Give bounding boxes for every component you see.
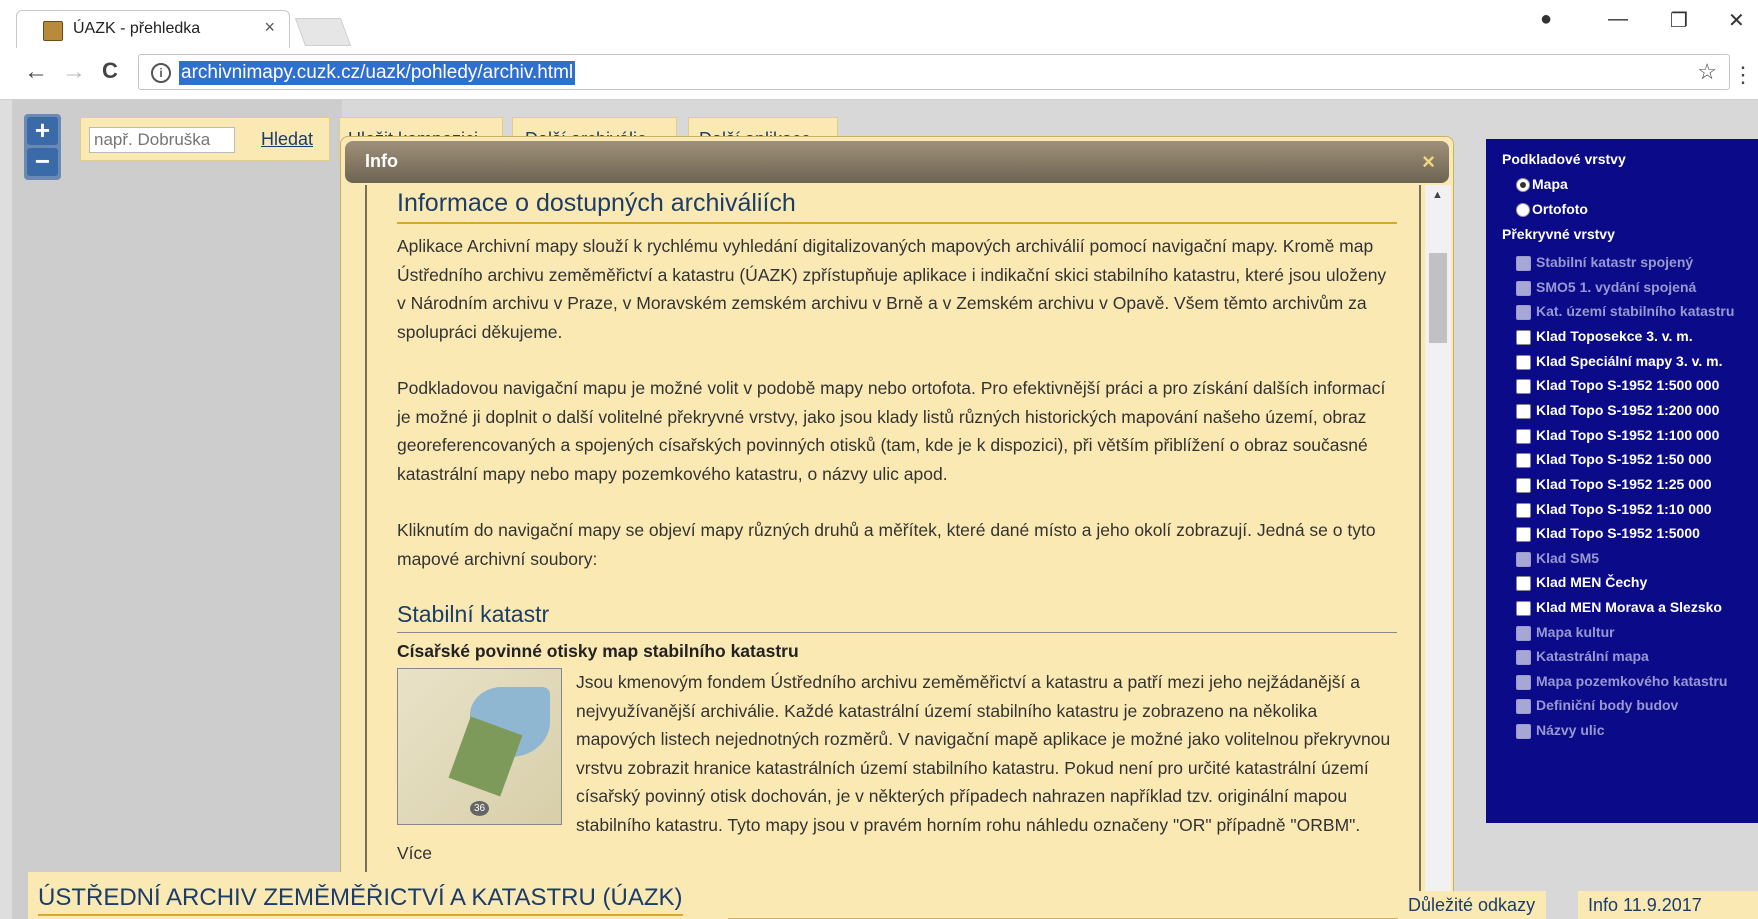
forward-icon[interactable]: → (62, 58, 86, 86)
checkbox (1516, 281, 1531, 296)
browser-tabbar: ÚAZK - přehledka × ● — ❐ ✕ (0, 0, 1758, 48)
radio-button[interactable] (1516, 178, 1530, 192)
tab-title: ÚAZK - přehledka (73, 20, 201, 37)
checkbox[interactable] (1516, 601, 1531, 616)
dialog-title: Info (365, 151, 398, 171)
checkbox[interactable] (1516, 330, 1531, 345)
overlay-label: Klad MEN Čechy (1536, 574, 1648, 590)
overlay-label: Katastrální mapa (1536, 648, 1649, 664)
checkbox[interactable] (1516, 379, 1531, 394)
checkbox (1516, 552, 1531, 567)
dialog-close-icon[interactable]: × (1422, 149, 1435, 175)
new-tab-button[interactable] (294, 18, 352, 46)
map-left-shade (12, 100, 342, 919)
profile-icon[interactable]: ● (1540, 8, 1552, 31)
reload-icon[interactable]: C (102, 58, 118, 84)
radio-button[interactable] (1516, 203, 1530, 217)
overlay-label: Klad Topo S-1952 1:200 000 (1536, 402, 1720, 418)
scroll-thumb[interactable] (1429, 253, 1447, 343)
overlay-label: Kat. území stabilního katastru (1536, 303, 1735, 319)
address-bar: ← → C i archivnimapy.cuzk.cz/uazk/pohled… (0, 48, 1758, 100)
info-date-link[interactable]: Info 11.9.2017 (1588, 895, 1702, 916)
search-link[interactable]: Hledat (261, 129, 313, 150)
checkbox[interactable] (1516, 503, 1531, 518)
important-links-box: Důležité odkazy (1398, 891, 1546, 919)
base-layers-heading: Podkladové vrstvy (1502, 151, 1626, 167)
info-date-box: Info 11.9.2017 (1578, 891, 1758, 919)
overlay-label: Klad Topo S-1952 1:500 000 (1536, 377, 1720, 393)
dialog-scrollbar[interactable]: ▲ (1425, 185, 1451, 918)
restore-icon[interactable]: ❐ (1670, 8, 1688, 33)
overlay-label: Klad Topo S-1952 1:5000 (1536, 525, 1700, 541)
base-layer-label: Ortofoto (1532, 201, 1588, 217)
back-icon[interactable]: ← (24, 58, 48, 86)
overlay-label: Mapa pozemkového katastru (1536, 673, 1728, 689)
footer-title-box: ÚSTŘEDNÍ ARCHIV ZEMĚMĚŘICTVÍ A KATASTRU … (28, 872, 728, 919)
bookmark-star-icon[interactable]: ☆ (1697, 59, 1717, 85)
zoom-control: + − (24, 114, 61, 180)
dialog-header[interactable]: Info × (345, 141, 1449, 183)
overlay-label: Klad Speciální mapy 3. v. m. (1536, 353, 1723, 369)
overlay-label: Klad Toposekce 3. v. m. (1536, 328, 1693, 344)
tab-close-icon[interactable]: × (264, 17, 275, 38)
checkbox (1516, 675, 1531, 690)
overlay-label: Klad Topo S-1952 1:50 000 (1536, 451, 1712, 467)
url-field[interactable]: i archivnimapy.cuzk.cz/uazk/pohledy/arch… (138, 54, 1730, 90)
site-favicon-icon (43, 21, 63, 41)
checkbox[interactable] (1516, 453, 1531, 468)
checkbox (1516, 626, 1531, 641)
overlay-label: Klad Topo S-1952 1:25 000 (1536, 476, 1712, 492)
imperial-imprints-heading: Císařské povinné otisky map stabilního k… (397, 641, 799, 661)
base-layer-label: Mapa (1532, 176, 1568, 192)
layer-panel: Podkladové vrstvy Mapa Ortofoto Překryvn… (1486, 139, 1758, 823)
search-box: Hledat (80, 117, 330, 161)
close-window-icon[interactable]: ✕ (1728, 8, 1745, 33)
important-links-link[interactable]: Důležité odkazy (1408, 895, 1535, 916)
basemap-paragraph: Podkladovou navigační mapu je možné voli… (397, 378, 1386, 484)
map-thumbnail-image[interactable]: 36 (397, 668, 562, 825)
checkbox[interactable] (1516, 576, 1531, 591)
checkbox[interactable] (1516, 429, 1531, 444)
checkbox[interactable] (1516, 404, 1531, 419)
info-dialog: Info × ▲ Informace o dostupných archivál… (340, 136, 1454, 919)
url-text: archivnimapy.cuzk.cz/uazk/pohledy/archiv… (179, 61, 576, 85)
overlay-label: Stabilní katastr spojený (1536, 254, 1694, 270)
checkbox[interactable] (1516, 478, 1531, 493)
scroll-up-icon[interactable]: ▲ (1432, 189, 1443, 201)
overlay-label: Klad Topo S-1952 1:100 000 (1536, 427, 1720, 443)
dialog-content: Informace o dostupných archiváliích Apli… (397, 189, 1397, 896)
browser-menu-icon[interactable]: ⋮ (1732, 62, 1754, 88)
minimize-icon[interactable]: — (1608, 8, 1628, 31)
info-heading: Informace o dostupných archiváliích (397, 189, 1397, 224)
organization-title: ÚSTŘEDNÍ ARCHIV ZEMĚMĚŘICTVÍ A KATASTRU … (38, 884, 683, 916)
checkbox (1516, 650, 1531, 665)
overlay-label: Mapa kultur (1536, 624, 1615, 640)
checkbox (1516, 305, 1531, 320)
overlay-layers-heading: Překryvné vrstvy (1502, 226, 1615, 242)
overlay-label: Klad MEN Morava a Slezsko (1536, 599, 1722, 615)
checkbox (1516, 724, 1531, 739)
stable-cadastre-heading: Stabilní katastr (397, 601, 1397, 633)
intro-paragraph: Aplikace Archivní mapy slouží k rychlému… (397, 236, 1387, 342)
click-paragraph: Kliknutím do navigační mapy se objeví ma… (397, 520, 1376, 569)
zoom-in-button[interactable]: + (27, 117, 58, 145)
checkbox (1516, 699, 1531, 714)
zoom-out-button[interactable]: − (27, 148, 58, 176)
overlay-label: SMO5 1. vydání spojená (1536, 279, 1697, 295)
overlay-label: Klad Topo S-1952 1:10 000 (1536, 501, 1712, 517)
checkbox (1516, 256, 1531, 271)
search-input[interactable] (89, 127, 235, 153)
checkbox[interactable] (1516, 527, 1531, 542)
thumbnail-page-badge: 36 (470, 801, 490, 816)
site-info-icon[interactable]: i (151, 63, 171, 83)
browser-tab[interactable]: ÚAZK - přehledka × (16, 10, 290, 48)
overlay-label: Klad SM5 (1536, 550, 1600, 566)
overlay-label: Názvy ulic (1536, 722, 1605, 738)
overlay-label: Definiční body budov (1536, 697, 1679, 713)
checkbox[interactable] (1516, 355, 1531, 370)
